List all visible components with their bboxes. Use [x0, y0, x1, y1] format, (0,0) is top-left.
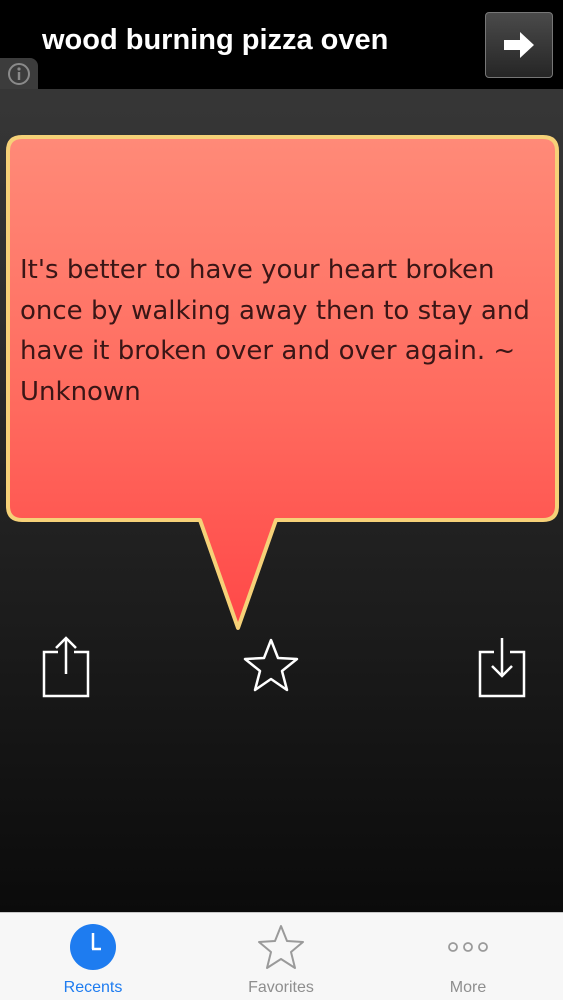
quote-text: It's better to have your heart broken on…	[20, 255, 530, 407]
tab-recents[interactable]: Recents	[33, 913, 153, 1000]
tab-favorites[interactable]: Favorites	[221, 913, 341, 1000]
tab-label: More	[449, 979, 487, 996]
tab-label: Recents	[63, 979, 123, 996]
quote-card: It's better to have your heart broken on…	[0, 0, 563, 640]
favorite-button[interactable]	[240, 636, 302, 696]
app-screen: wood burning pizza oven It's better to h…	[0, 0, 563, 1000]
tab-bar: Recents Favorites More	[0, 912, 563, 1000]
share-icon	[42, 636, 90, 698]
tab-label: Favorites	[248, 979, 314, 996]
more-icon	[448, 942, 488, 952]
download-icon	[478, 638, 526, 698]
clock-icon	[70, 924, 116, 970]
tab-more[interactable]: More	[408, 913, 528, 1000]
save-button[interactable]	[474, 634, 530, 700]
share-button[interactable]	[38, 634, 94, 700]
star-icon	[258, 925, 304, 969]
star-icon	[243, 638, 299, 692]
